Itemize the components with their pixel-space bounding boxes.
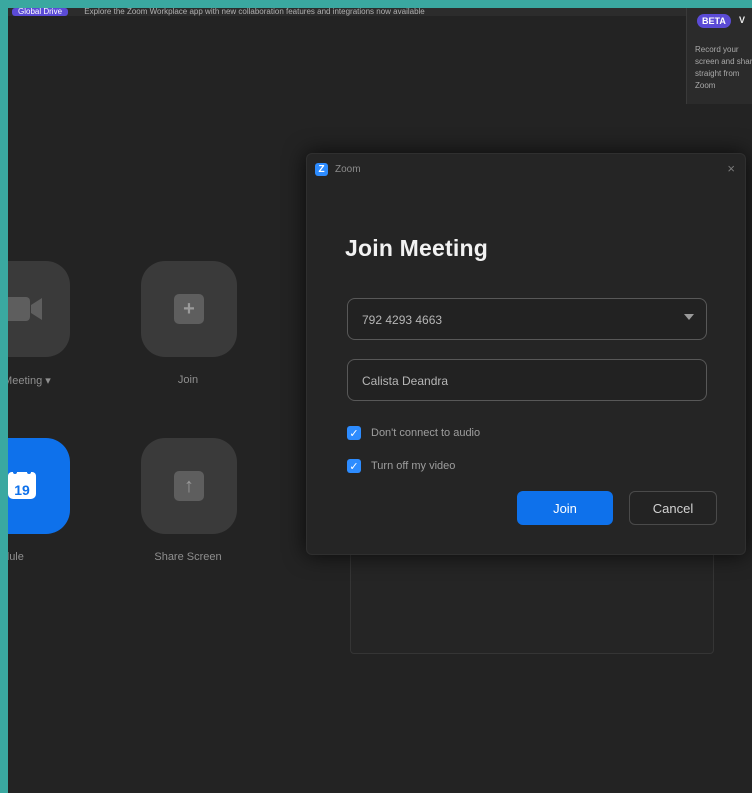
- beta-card-description: Record your screen and share straight fr…: [695, 45, 752, 90]
- meeting-id-input[interactable]: [360, 299, 682, 341]
- meeting-id-combobox[interactable]: [347, 298, 707, 341]
- dialog-app-name: Zoom: [335, 164, 361, 175]
- video-option-label: Turn off my video: [371, 460, 456, 472]
- cancel-button[interactable]: Cancel: [629, 491, 717, 525]
- zoom-app-window: Global Drive Explore the Zoom Workplace …: [8, 8, 752, 793]
- new-meeting-button[interactable]: [8, 261, 70, 357]
- schedule-label: Schedule: [8, 551, 24, 563]
- dialog-titlebar[interactable]: Z Zoom ×: [307, 154, 745, 188]
- zoom-logo-icon: Z: [315, 163, 328, 176]
- calendar-icon: 19: [8, 468, 37, 505]
- join-tile-label: Join: [177, 374, 199, 386]
- audio-checkbox[interactable]: ✓: [347, 426, 361, 440]
- name-input[interactable]: [360, 360, 682, 402]
- share-up-arrow-icon: ↑: [174, 471, 204, 501]
- option-video[interactable]: ✓ Turn off my video: [347, 458, 455, 474]
- banner-pill[interactable]: Global Drive: [12, 8, 69, 16]
- chevron-down-icon[interactable]: [684, 314, 694, 320]
- audio-option-label: Don't connect to audio: [371, 427, 481, 439]
- beta-card-title: V: [739, 15, 746, 25]
- join-button[interactable]: Join: [517, 491, 613, 525]
- beta-badge: BETA: [697, 14, 731, 28]
- top-banner: Global Drive Explore the Zoom Workplace …: [8, 8, 752, 16]
- join-meeting-dialog: Z Zoom × Join Meeting ✓ Don't connect to…: [306, 153, 746, 555]
- close-icon[interactable]: ×: [727, 161, 735, 176]
- option-audio[interactable]: ✓ Don't connect to audio: [347, 425, 480, 441]
- share-screen-label: Share Screen: [154, 551, 222, 563]
- beta-feature-card[interactable]: BETA V Record your screen and share stra…: [686, 8, 752, 104]
- schedule-button[interactable]: 19: [8, 438, 70, 534]
- plus-icon: +: [174, 294, 204, 324]
- banner-message: Explore the Zoom Workplace app with new …: [84, 8, 425, 16]
- video-checkbox[interactable]: ✓: [347, 459, 361, 473]
- video-camera-icon: [8, 295, 44, 323]
- name-field[interactable]: [347, 359, 707, 402]
- share-screen-button[interactable]: ↑: [141, 438, 237, 534]
- dialog-title: Join Meeting: [345, 235, 488, 261]
- background-panel: [350, 548, 714, 654]
- calendar-day: 19: [14, 482, 30, 498]
- join-tile-button[interactable]: +: [141, 261, 237, 357]
- new-meeting-label: New Meeting ▾: [8, 375, 51, 387]
